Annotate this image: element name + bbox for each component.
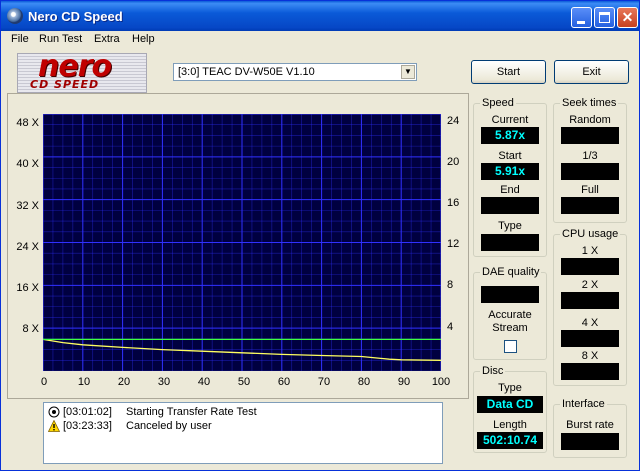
nero-cd-speed-logo: nero CD SPEED <box>17 49 147 93</box>
disc-length-value: 502:10.74 <box>477 432 543 449</box>
y-left-tick: 40 X <box>16 158 39 170</box>
disc-group: Disc Type Data CD Length 502:10.74 <box>473 365 547 453</box>
cpu-8x-value <box>561 363 619 380</box>
cpu-8x-label: 8 X <box>581 350 599 362</box>
exit-button[interactable]: Exit <box>554 60 629 84</box>
minimize-icon <box>577 21 585 24</box>
speed-end-value <box>481 197 539 214</box>
disc-length-label: Length <box>493 419 527 431</box>
cd-app-icon <box>7 8 23 24</box>
burst-rate-value <box>561 433 619 450</box>
seek-full-value <box>561 197 619 214</box>
log-message: Canceled by user <box>126 420 212 432</box>
interface-title: Interface <box>560 398 607 410</box>
cpu-2x-value <box>561 292 619 309</box>
menu-file[interactable]: File <box>11 33 29 45</box>
drive-select[interactable]: [3:0] TEAC DV-W50E V1.10 ▼ <box>173 63 417 81</box>
seek-random-label: Random <box>569 114 611 126</box>
y-left-tick: 16 X <box>16 282 39 294</box>
x-tick: 100 <box>431 376 451 388</box>
seek-full-label: Full <box>581 184 599 196</box>
disc-type-value: Data CD <box>477 396 543 413</box>
speed-group-title: Speed <box>480 97 516 109</box>
y-right-tick: 20 <box>447 156 460 168</box>
speed-current-value: 5.87x <box>481 127 539 144</box>
x-tick: 30 <box>157 376 171 388</box>
seek-third-value <box>561 163 619 180</box>
seek-random-value <box>561 127 619 144</box>
x-tick: 40 <box>197 376 211 388</box>
chart-canvas <box>43 114 441 371</box>
speed-current-label: Current <box>491 114 529 126</box>
y-right-tick: 16 <box>447 197 460 209</box>
x-tick: 90 <box>397 376 411 388</box>
interface-group: Interface Burst rate <box>553 398 627 458</box>
x-tick: 60 <box>277 376 291 388</box>
accurate-stream-checkbox[interactable] <box>504 340 517 353</box>
menu-extra[interactable]: Extra <box>94 33 120 45</box>
maximize-button[interactable] <box>594 7 615 28</box>
speed-end-label: End <box>500 184 520 196</box>
y-right-tick: 12 <box>447 238 460 250</box>
event-log[interactable]: [03:01:02] Starting Transfer Rate Test [… <box>43 402 443 464</box>
warning-icon <box>48 420 60 432</box>
x-tick: 80 <box>357 376 371 388</box>
cpu-4x-value <box>561 330 619 347</box>
transfer-rate-chart <box>43 114 441 371</box>
speed-start-value: 5.91x <box>481 163 539 180</box>
cpu-1x-label: 1 X <box>581 245 599 257</box>
x-tick: 70 <box>317 376 331 388</box>
seek-third-label: 1/3 <box>582 150 598 162</box>
burst-rate-label: Burst rate <box>566 419 614 431</box>
y-left-tick: 24 X <box>16 241 39 253</box>
menu-help[interactable]: Help <box>132 33 155 45</box>
menu-bar: File Run Test Extra Help <box>1 31 639 50</box>
speed-type-value <box>481 234 539 251</box>
y-left-tick: 8 X <box>22 323 39 335</box>
start-button[interactable]: Start <box>471 60 546 84</box>
seek-times-title: Seek times <box>560 97 619 109</box>
maximize-icon <box>599 12 610 23</box>
cpu-2x-label: 2 X <box>581 279 599 291</box>
y-left-tick: 48 X <box>16 117 39 129</box>
seek-times-group: Seek times Random 1/3 Full <box>553 97 627 223</box>
x-tick: 10 <box>77 376 91 388</box>
dae-quality-value <box>481 286 539 303</box>
cpu-1x-value <box>561 258 619 275</box>
log-time: [03:23:33] <box>63 420 112 432</box>
dae-quality-group: DAE quality Accurate Stream <box>473 266 547 360</box>
cpu-4x-label: 4 X <box>581 317 599 329</box>
disc-type-label: Type <box>498 382 522 394</box>
x-tick: 0 <box>40 376 48 388</box>
chevron-down-icon[interactable]: ▼ <box>401 65 415 79</box>
y-right-tick: 24 <box>447 115 460 127</box>
main-window: Nero CD Speed ✕ File Run Test Extra Help… <box>0 0 640 471</box>
speed-start-label: Start <box>498 150 522 162</box>
menu-run-test[interactable]: Run Test <box>39 33 82 45</box>
title-bar[interactable]: Nero CD Speed ✕ <box>1 1 639 31</box>
log-message: Starting Transfer Rate Test <box>126 406 257 418</box>
x-tick: 20 <box>117 376 131 388</box>
y-right-tick: 8 <box>447 279 454 291</box>
logo-sub-text: CD SPEED <box>30 78 100 91</box>
drive-select-value: [3:0] TEAC DV-W50E V1.10 <box>178 66 315 78</box>
close-button[interactable]: ✕ <box>617 7 638 28</box>
minimize-button[interactable] <box>571 7 592 28</box>
accurate-stream-label: Accurate Stream <box>488 309 532 334</box>
speed-group: Speed Current 5.87x Start 5.91x End Type <box>473 97 547 257</box>
x-tick: 50 <box>237 376 251 388</box>
cpu-usage-group: CPU usage 1 X 2 X 4 X 8 X <box>553 228 627 386</box>
cpu-usage-title: CPU usage <box>560 228 621 240</box>
speed-type-label: Type <box>498 220 522 232</box>
info-icon <box>48 406 60 418</box>
log-time: [03:01:02] <box>63 406 112 418</box>
close-icon: ✕ <box>621 9 634 25</box>
window-title: Nero CD Speed <box>28 9 123 24</box>
y-left-tick: 32 X <box>16 200 39 212</box>
y-right-tick: 4 <box>447 321 454 333</box>
dae-quality-title: DAE quality <box>480 266 542 278</box>
disc-title: Disc <box>480 365 506 377</box>
